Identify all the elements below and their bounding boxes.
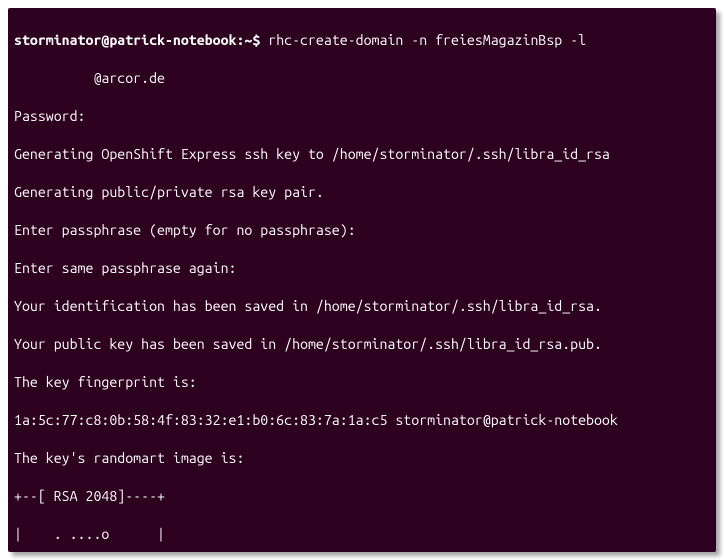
output-line: Enter passphrase (empty for no passphras… xyxy=(14,221,710,240)
terminal-content[interactable]: storminator@patrick-notebook:~$ rhc-crea… xyxy=(8,8,716,552)
randomart-line: | . ....o | xyxy=(14,525,710,544)
randomart-line: +--[ RSA 2048]----+ xyxy=(14,487,710,506)
output-line: 1a:5c:77:c8:0b:58:4f:83:32:e1:b0:6c:83:7… xyxy=(14,411,710,430)
output-line: Enter same passphrase again: xyxy=(14,259,710,278)
email-domain: @arcor.de xyxy=(93,70,165,86)
output-line: Generating OpenShift Express ssh key to … xyxy=(14,145,710,164)
prompt-line-1: storminator@patrick-notebook:~$ rhc-crea… xyxy=(14,31,710,50)
terminal-window: storminator@patrick-notebook:~$ rhc-crea… xyxy=(8,8,716,552)
prompt-line-2: xxxxxxxx@arcor.de xyxy=(14,69,710,88)
output-line: Password: xyxy=(14,107,710,126)
prompt-path: :~$ xyxy=(236,32,260,48)
output-line: The key fingerprint is: xyxy=(14,373,710,392)
redacted-username: xxxxx xyxy=(594,31,634,50)
redacted-email-local: xxxxxxxx xyxy=(30,69,94,88)
output-line: Generating public/private rsa key pair. xyxy=(14,183,710,202)
prompt-userhost: storminator@patrick-notebook xyxy=(14,32,236,48)
command-text: rhc-create-domain -n freiesMagazinBsp -l xyxy=(268,32,594,48)
email-prefix xyxy=(14,70,30,86)
output-line: Your public key has been saved in /home/… xyxy=(14,335,710,354)
output-line: Your identification has been saved in /h… xyxy=(14,297,710,316)
output-line: The key's randomart image is: xyxy=(14,449,710,468)
